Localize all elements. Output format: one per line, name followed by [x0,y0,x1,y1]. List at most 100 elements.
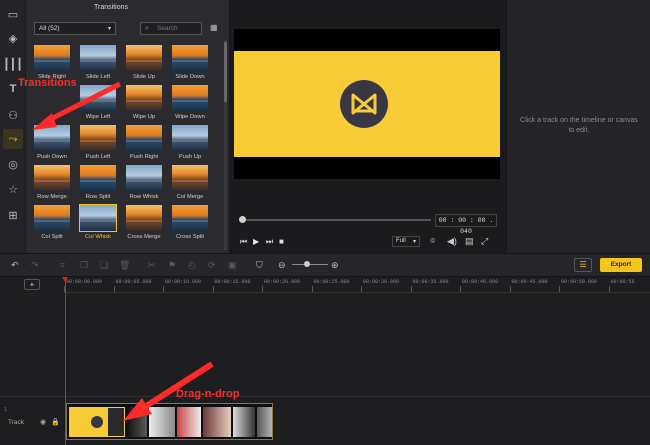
transition-label: Slide Left [85,74,111,80]
properties-panel: Click a track on the timeline or canvas … [506,0,650,253]
layers-icon[interactable]: ◈ [3,28,23,48]
transition-tile[interactable]: Push Left [76,125,120,170]
transition-thumbnail [172,45,208,71]
transition-tile[interactable]: Slide Left [76,45,120,90]
camera-icon[interactable]: ⌾ [430,236,435,247]
search-input[interactable]: ⌕ Search [140,22,202,35]
transition-label: Push Down [37,154,67,160]
copy-icon[interactable]: ❐ [80,260,88,271]
timeline-zoom-knob[interactable] [304,261,310,267]
transition-label: Cross Split [175,234,205,240]
transition-tile[interactable]: Row Split [76,165,120,210]
transition-thumbnail [79,204,117,232]
zoom-out-icon[interactable]: ⊖ [278,260,286,271]
split-screen-icon[interactable]: ⊞ [3,205,23,225]
transition-tile[interactable]: Row Merge [30,165,74,210]
ruler-tick-mark [262,286,263,292]
transition-label: Col Whisk [84,234,112,240]
settings-button[interactable]: ☰ [574,258,592,272]
transition-tile[interactable]: Col Split [30,205,74,250]
properties-empty-message: Click a track on the timeline or canvas … [520,117,638,134]
speed-icon[interactable]: ◴ [188,260,196,271]
preview-panel: 00 : 00 : 00 . 040 ⏮ ▶ ⏭ ■ Full ▾ ⌾ ◀) ▤… [229,0,506,253]
split-icon[interactable]: ✂ [148,260,156,271]
next-frame-icon[interactable]: ⏭ [266,237,273,247]
add-track-button[interactable]: + [24,279,40,290]
delete-icon[interactable]: 🗑 [119,260,130,271]
category-select[interactable]: All (52) ▾ [34,22,116,35]
scrollbar-thumb[interactable] [224,42,227,102]
caption-icon[interactable]: ▤ [465,236,474,247]
previous-frame-icon[interactable]: ⏮ [240,237,247,247]
paste-icon[interactable]: ❏ [100,260,108,271]
elements-icon[interactable]: ☆ [3,179,23,199]
fullscreen-icon[interactable]: ⤢ [481,236,488,247]
transition-tile[interactable]: Push Up [168,125,212,170]
marker-icon[interactable]: ⚑ [168,260,176,271]
transition-tile[interactable]: Wipe Down [168,85,212,130]
zoom-in-icon[interactable]: ⊕ [331,260,339,271]
clip-thumbnail [203,407,231,437]
transitions-scrollbar[interactable] [224,40,227,250]
transition-tile[interactable]: Slide Up [122,45,166,90]
play-icon[interactable]: ▶ [253,237,259,246]
chevron-down-icon: ▾ [412,239,416,245]
transition-tile[interactable]: Wipe Left [76,85,120,130]
transition-tile[interactable]: Cross Merge [122,205,166,250]
timeline-zoom-slider[interactable] [292,264,328,265]
eye-icon[interactable]: ◉ [40,418,46,426]
redo-icon[interactable]: ↷ [31,260,39,271]
playback-scrubber[interactable] [239,216,246,223]
transition-label: Slide Up [133,74,155,80]
transition-tile[interactable]: Push Right [122,125,166,170]
filters-icon[interactable]: ⚇ [3,105,23,125]
crop-icon[interactable]: ⌗ [60,260,65,271]
ruler-tick-label: 00:00:05.000 [115,279,152,285]
ruler-tick-label: 00:00:10.000 [165,279,202,285]
effects-icon[interactable]: ◎ [3,154,23,174]
transition-tile[interactable]: Row Whisk [122,165,166,210]
transition-label: Wipe Up [132,114,156,120]
transition-tile[interactable]: Slide Down [168,45,212,90]
transitions-annotation: Transitions [18,77,77,89]
playhead[interactable] [65,277,66,445]
clip-thumbnail [69,407,107,437]
chevron-down-icon: ▾ [107,26,111,32]
ruler-tick-mark [311,286,313,292]
ruler-tick-mark [212,286,214,292]
playback-progress-bar[interactable] [241,219,431,221]
video-clip[interactable] [66,403,273,440]
transition-thumbnail [34,165,70,191]
transition-tile[interactable]: Wipe Up [122,85,166,130]
freeze-frame-icon[interactable]: ▣ [228,260,237,271]
lock-icon[interactable]: 🔒 [51,418,60,426]
drag-n-drop-annotation: Drag-n-drop [176,388,240,400]
ruler-tick-label: 00:00:35.000 [412,279,449,285]
ruler-tick-label: 00:00:50.000 [561,279,598,285]
undo-icon[interactable]: ↶ [11,260,19,271]
zoom-select[interactable]: Full ▾ [392,236,420,247]
grid-view-icon[interactable]: ▦ [210,23,220,33]
timeline-toolbar: ↶ ↷ ⌗ ❐ ❏ 🗑 ✂ ⚑ ◴ ⟳ ▣ ⛉ ⊖ ⊕ [0,253,650,277]
transitions-icon[interactable]: ⤳ [3,129,23,149]
ruler-tick-label: 00:00:25.000 [313,279,350,285]
audio-wave-icon[interactable]: ┃┃┃ [3,54,23,74]
transition-tile[interactable]: Col Merge [168,165,212,210]
shield-icon[interactable]: ⛉ [256,260,263,271]
transition-thumbnail [172,85,208,111]
ruler-tick-mark [559,286,560,292]
timeline-ruler[interactable]: 00:00:00.000 00:00:05.000 00:00:10.000 00:0… [64,277,650,293]
export-button[interactable]: Export [600,258,642,272]
preview-canvas[interactable] [234,29,500,179]
panel-title: Transitions [94,4,128,11]
transition-label: Col Merge [176,194,204,200]
stop-icon[interactable]: ■ [279,237,284,246]
transition-thumbnail [172,165,208,191]
transition-tile[interactable]: Push Down [30,125,74,170]
transition-tile[interactable]: Cross Split [168,205,212,250]
transition-tile[interactable]: Col Whisk [76,204,120,250]
rotate-icon[interactable]: ⟳ [208,260,216,271]
volume-icon[interactable]: ◀) [447,236,457,247]
folder-icon[interactable]: ▭ [3,4,23,24]
transition-thumbnail [80,165,116,191]
